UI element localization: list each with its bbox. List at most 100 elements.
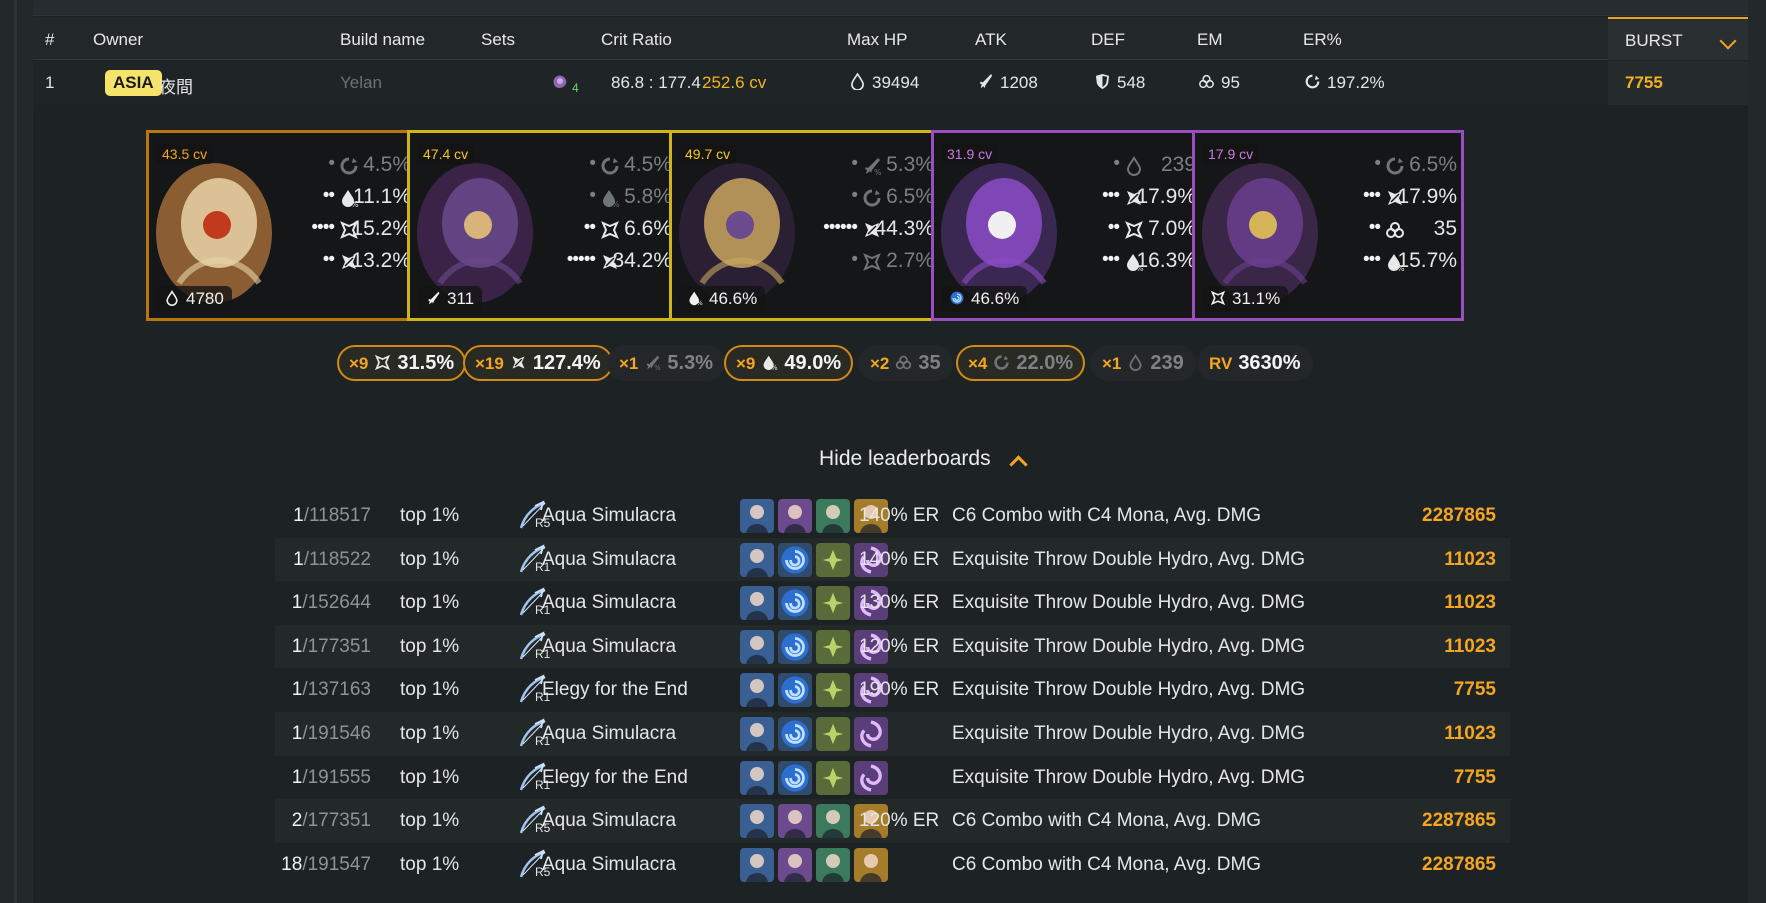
crit-value: 252.6 cv [702, 73, 767, 92]
calculation-name[interactable]: Exquisite Throw Double Hydro, Avg. DMG [952, 549, 1305, 571]
calculation-name[interactable]: Exquisite Throw Double Hydro, Avg. DMG [952, 679, 1305, 701]
substat-row: • 4.5% [279, 153, 411, 177]
calculation-name[interactable]: C6 Combo with C4 Mona, Avg. DMG [952, 505, 1261, 527]
team-member-avatar[interactable] [778, 760, 812, 795]
chevron-up-icon[interactable] [1009, 455, 1028, 474]
team-member-avatar[interactable] [740, 586, 774, 621]
table-row[interactable]: 1 ASIA 夜間 Yelan 4 86.8 : 177.4 252.6 cv … [33, 61, 1748, 105]
chip-value: 239 [1150, 352, 1184, 374]
rank-position: 1 [291, 766, 303, 788]
team-member-avatar[interactable] [778, 804, 812, 839]
team-member-avatar[interactable] [778, 716, 812, 751]
main-stat: 31.1% [1202, 286, 1289, 312]
header-owner[interactable]: Owner [93, 30, 143, 50]
leaderboard-row[interactable]: 1/177351 top 1% R1 Aqua Simulacra 120% E… [275, 624, 1510, 669]
team-member-avatar[interactable] [854, 760, 888, 795]
leaderboard-row[interactable]: 2/177351 top 1% R5 Aqua Simulacra 120% E… [275, 799, 1510, 843]
team-member-avatar[interactable] [740, 847, 774, 882]
header-em[interactable]: EM [1197, 30, 1223, 50]
team-member-avatar[interactable] [778, 673, 812, 708]
substat-value: 6.5% [886, 185, 934, 208]
artifact-card[interactable]: 49.7 cv % 46.6% • % 5.3% • 6.5% •••••• 44.3… [669, 130, 941, 321]
team [740, 716, 892, 751]
leaderboard-row[interactable]: 1/118522 top 1% R1 Aqua Simulacra 140% E… [275, 537, 1510, 582]
chip-value: 35 [918, 352, 941, 374]
em-icon [1199, 74, 1214, 89]
rank: 2/177351 [275, 810, 371, 832]
team-member-avatar[interactable] [778, 499, 812, 533]
team-member-avatar[interactable] [778, 847, 812, 882]
team-member-avatar[interactable] [778, 629, 812, 664]
team-member-avatar[interactable] [740, 716, 774, 751]
substat-row: • 4.5% [540, 153, 672, 177]
artifact-card[interactable]: 43.5 cv 4780 • 4.5% •• % 11.1% •••• 15.2% •… [146, 130, 418, 321]
em-icon [1385, 220, 1405, 240]
hide-leaderboards-button[interactable]: Hide leaderboards [819, 447, 991, 471]
owner-name[interactable]: 夜間 [159, 73, 193, 98]
leaderboard-row[interactable]: 1/152644 top 1% R1 Aqua Simulacra 130% E… [275, 581, 1510, 625]
header-max-hp[interactable]: Max HP [847, 30, 907, 50]
team-member-avatar[interactable] [816, 760, 850, 795]
team-member-avatar[interactable] [816, 542, 850, 577]
header-build-name[interactable]: Build name [340, 30, 425, 50]
atk-value: 1208 [1000, 73, 1038, 92]
chevron-down-icon[interactable] [1719, 32, 1737, 50]
header-crit-ratio[interactable]: Crit Ratio [601, 30, 672, 50]
substat-row: ••• % 16.3% [1064, 249, 1196, 273]
leaderboard-row[interactable]: 1/191555 top 1% R1 Elegy for the End Exq… [275, 756, 1510, 800]
team-member-avatar[interactable] [816, 716, 850, 751]
header-burst[interactable]: BURST [1608, 17, 1748, 60]
build-name: Yelan [340, 73, 382, 92]
er-value: 197.2% [1327, 73, 1385, 92]
percentile: top 1% [400, 810, 460, 832]
team-member-avatar[interactable] [854, 716, 888, 751]
header-index[interactable]: # [45, 30, 54, 50]
substat-row: •• 6.6% [540, 217, 672, 241]
calculation-name[interactable]: Exquisite Throw Double Hydro, Avg. DMG [952, 636, 1305, 658]
rank: 1/152644 [275, 592, 371, 614]
calculation-name[interactable]: C6 Combo with C4 Mona, Avg. DMG [952, 810, 1261, 832]
team-member-avatar[interactable] [816, 499, 850, 533]
team-member-avatar[interactable] [816, 847, 850, 882]
artifact-card[interactable]: 47.4 cv 311 • 4.5% • % 5.8% •• 6.6% ••••• 3… [407, 130, 679, 321]
leaderboard-row[interactable]: 1/137163 top 1% R1 Elegy for the End 190… [275, 668, 1510, 712]
team-member-avatar[interactable] [740, 629, 774, 664]
leaderboard-row[interactable]: 1/191546 top 1% R1 Aqua Simulacra Exquis… [275, 711, 1510, 756]
er-icon [862, 188, 882, 208]
energy-recharge: 140% ER [859, 505, 940, 526]
artifact-card[interactable]: 31.9 cv 46.6% • 239 ••• 17.9% •• 7.0% ••• %… [931, 130, 1203, 321]
header-atk[interactable]: ATK [975, 30, 1007, 50]
calculation-name[interactable]: C6 Combo with C4 Mona, Avg. DMG [952, 854, 1261, 876]
team-member-avatar[interactable] [778, 542, 812, 577]
team-member-avatar[interactable] [816, 673, 850, 708]
team-member-avatar[interactable] [778, 586, 812, 621]
leaderboard-row[interactable]: 1/118517 top 1% R5 Aqua Simulacra 140% E… [275, 494, 1510, 538]
main-stat: 4780 [156, 286, 232, 312]
team-member-avatar[interactable] [740, 804, 774, 839]
weapon-name: Elegy for the End [542, 679, 688, 701]
calculation-name[interactable]: Exquisite Throw Double Hydro, Avg. DMG [952, 767, 1305, 789]
team-member-avatar[interactable] [816, 804, 850, 839]
team-member-avatar[interactable] [816, 629, 850, 664]
header-def[interactable]: DEF [1091, 30, 1125, 50]
leaderboard-row[interactable]: 18/191547 top 1% R5 Aqua Simulacra C6 Co… [275, 843, 1510, 887]
rank-total: /137163 [302, 679, 371, 701]
header-sets[interactable]: Sets [481, 30, 515, 50]
substat-chip: ×2 35 [858, 345, 953, 381]
team-member-avatar[interactable] [740, 542, 774, 577]
crit-rate-icon [600, 220, 620, 240]
calculation-name[interactable]: Exquisite Throw Double Hydro, Avg. DMG [952, 723, 1305, 745]
team-member-avatar[interactable] [854, 847, 888, 882]
substat-row: ••••• 34.2% [540, 249, 672, 273]
team-member-avatar[interactable] [816, 586, 850, 621]
damage-score: 11023 [1444, 592, 1496, 614]
artifact-card[interactable]: 17.9 cv 31.1% • 6.5% ••• 17.9% •• 35 ••• % … [1192, 130, 1464, 321]
substat-value: 17.9% [1136, 185, 1196, 208]
team-member-avatar[interactable] [740, 673, 774, 708]
calculation-name[interactable]: Exquisite Throw Double Hydro, Avg. DMG [952, 592, 1305, 614]
team-member-avatar[interactable] [740, 499, 774, 533]
team-member-avatar[interactable] [740, 760, 774, 795]
main-stat: 46.6% [941, 286, 1028, 312]
header-er[interactable]: ER% [1303, 30, 1342, 50]
energy-recharge: 120% ER [859, 810, 940, 832]
